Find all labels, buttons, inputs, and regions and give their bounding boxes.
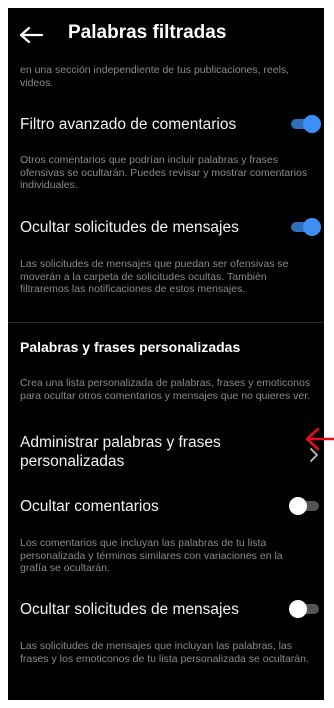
manage-custom-words-link[interactable]: Administrar palabras y frases personaliz… — [20, 433, 290, 471]
hide-custom-message-requests-label[interactable]: Ocultar solicitudes de mensajes — [20, 600, 239, 619]
section-divider — [8, 322, 324, 323]
header-bar: Palabras filtradas — [8, 8, 324, 60]
hide-comments-toggle[interactable] — [289, 497, 321, 515]
hide-comments-label[interactable]: Ocultar comentarios — [20, 497, 159, 516]
toggle-knob — [289, 600, 307, 618]
top-description: en una sección independiente de tus publ… — [20, 64, 290, 89]
toggle-knob — [289, 497, 307, 515]
custom-words-section-title: Palabras y frases personalizadas — [20, 339, 241, 355]
advanced-comment-filter-toggle[interactable] — [289, 115, 321, 133]
hide-custom-message-requests-toggle[interactable] — [289, 600, 321, 618]
arrow-left-icon[interactable] — [18, 26, 44, 44]
advanced-comment-filter-label[interactable]: Filtro avanzado de comentarios — [20, 115, 236, 134]
toggle-knob — [303, 115, 321, 133]
red-arrow-icon — [305, 427, 334, 451]
hide-custom-message-requests-description: Las solicitudes de mensajes que incluyan… — [20, 640, 309, 665]
hide-message-requests-description: Las solicitudes de mensajes que puedan s… — [20, 258, 289, 295]
page-title: Palabras filtradas — [68, 22, 227, 43]
phone-screen: Palabras filtradas en una sección indepe… — [8, 8, 324, 700]
toggle-knob — [303, 218, 321, 236]
hide-message-requests-toggle[interactable] — [289, 218, 321, 236]
custom-words-section-description: Crea una lista personalizada de palabras… — [20, 377, 311, 402]
advanced-comment-filter-description: Otros comentarios que podrían incluir pa… — [20, 154, 308, 191]
hide-message-requests-label[interactable]: Ocultar solicitudes de mensajes — [20, 218, 239, 237]
hide-comments-description: Los comentarios que incluyan las palabra… — [20, 537, 283, 574]
